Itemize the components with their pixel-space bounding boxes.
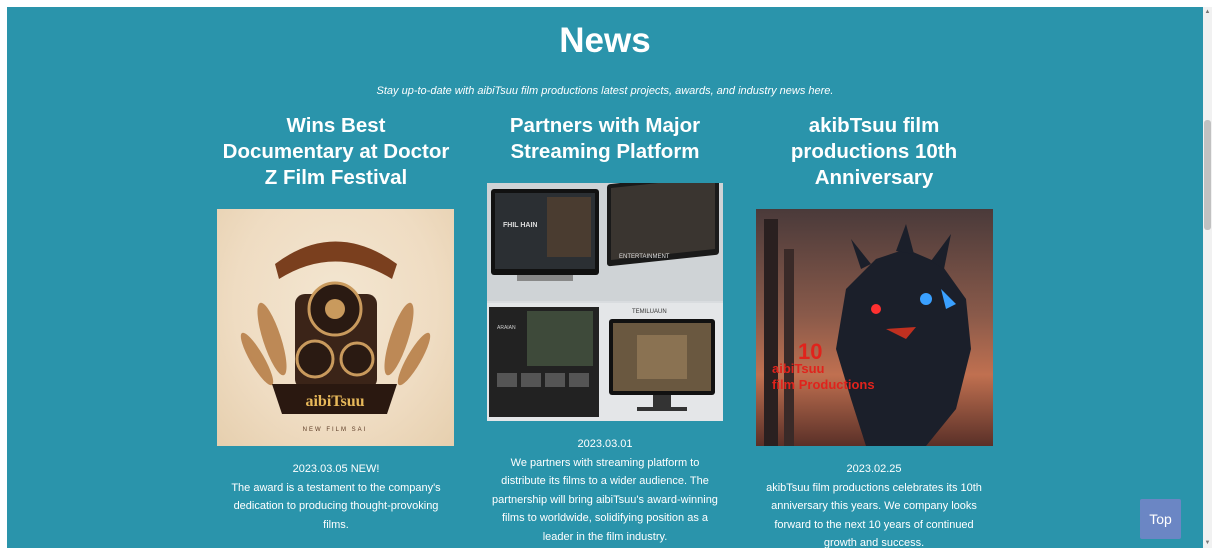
news-card-anniversary-text: 2023.02.25 akibTsuu film productions cel… — [754, 460, 994, 548]
section-subtitle: Stay up-to-date with aibiTsuu film produ… — [376, 85, 834, 97]
poster-logo-text: aibiTsuu — [305, 393, 364, 410]
svg-text:FHIL HAIN: FHIL HAIN — [503, 222, 537, 229]
svg-text:ARAIAN: ARAIAN — [497, 325, 516, 331]
scroll-up-icon[interactable]: ▲ — [1203, 7, 1212, 17]
card-date: 2023.03.05 NEW! — [292, 463, 380, 475]
svg-text:aibiTsuu: aibiTsuu — [772, 361, 825, 376]
card-body: The award is a testament to the company'… — [231, 481, 441, 531]
card-date: 2023.03.01 — [577, 438, 633, 450]
card-body: akibTsuu film productions celebrates its… — [766, 481, 982, 548]
scroll-down-icon[interactable]: ▼ — [1203, 538, 1212, 548]
svg-text:ENTERTAINMENT: ENTERTAINMENT — [619, 254, 670, 260]
section-title: News — [559, 21, 651, 60]
scrollbar-thumb[interactable] — [1204, 120, 1211, 230]
poster-tag-text: NEW FILM SAI — [303, 427, 368, 433]
news-card-festival-text: 2023.03.05 NEW! The award is a testament… — [216, 460, 456, 534]
card-date: 2023.02.25 — [846, 463, 902, 475]
card-title: Partners with Major Streaming Platform — [509, 114, 701, 163]
news-section: News Stay up-to-date with aibiTsuu film … — [7, 7, 1203, 548]
news-card-festival[interactable]: Wins Best Documentary at Doctor Z Film F… — [216, 113, 456, 191]
streaming-screens-image[interactable]: FHIL HAIN ENTERTAINMENT ARAIAN TEMILUAUN — [487, 183, 723, 421]
news-card-streaming-text: 2023.03.01 We partners with streaming pl… — [485, 435, 725, 546]
card-title: akibTsuu film productions 10th Anniversa… — [790, 114, 958, 189]
news-card-streaming[interactable]: Partners with Major Streaming Platform — [485, 113, 725, 165]
anniversary-robot-image[interactable]: 10 aibiTsuu film Productions — [756, 209, 993, 446]
festival-poster-image[interactable]: aibiTsuu NEW FILM SAI — [217, 209, 454, 446]
svg-text:TEMILUAUN: TEMILUAUN — [632, 309, 667, 315]
vertical-scrollbar[interactable]: ▲ ▼ — [1203, 7, 1212, 548]
card-body: We partners with streaming platform to d… — [492, 456, 718, 543]
svg-text:film Productions: film Productions — [772, 377, 875, 392]
back-to-top-button[interactable]: Top — [1140, 499, 1181, 539]
news-card-anniversary[interactable]: akibTsuu film productions 10th Anniversa… — [754, 113, 994, 191]
card-title: Wins Best Documentary at Doctor Z Film F… — [222, 114, 450, 189]
